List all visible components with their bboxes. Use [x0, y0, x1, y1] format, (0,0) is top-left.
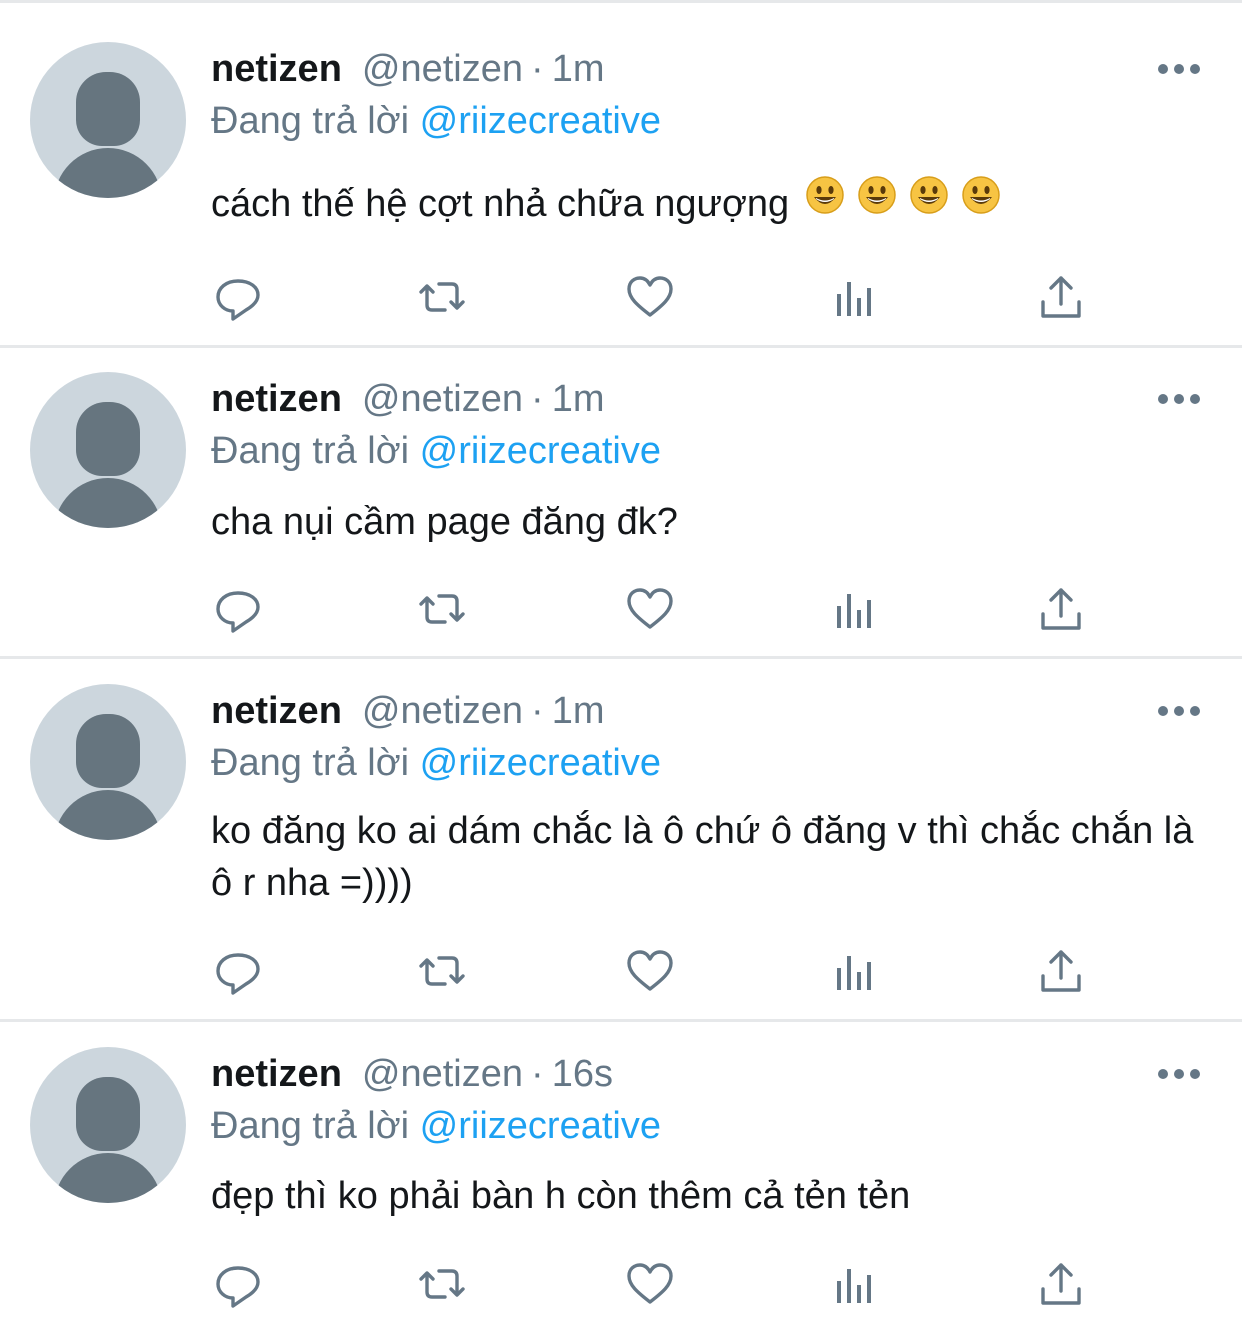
share-icon[interactable] — [1036, 1259, 1086, 1309]
tweet-header: netizen @netizen · 16s — [211, 1053, 613, 1096]
timestamp[interactable]: 1m — [552, 378, 605, 420]
retweet-icon[interactable] — [417, 584, 467, 634]
tweet-actions — [0, 946, 1242, 996]
grinning-face-icon — [805, 175, 845, 215]
analytics-icon[interactable] — [831, 1259, 881, 1309]
retweet-icon[interactable] — [417, 946, 467, 996]
tweet-feed: netizen @netizen · 1m Đang trả lời @riizecr… — [0, 0, 1242, 1323]
tweet-actions — [0, 1259, 1242, 1309]
share-icon[interactable] — [1036, 272, 1086, 322]
tweet[interactable]: netizen @netizen · 1m Đang trả lời @riizecr… — [0, 348, 1242, 656]
reply-icon[interactable] — [213, 272, 263, 322]
reply-context: Đang trả lời @riizecreative — [211, 742, 661, 785]
mention-link[interactable]: @riizecreative — [420, 430, 661, 472]
reply-context: Đang trả lời @riizecreative — [211, 100, 661, 143]
display-name[interactable]: netizen — [211, 690, 342, 732]
display-name[interactable]: netizen — [211, 48, 342, 90]
timestamp[interactable]: 1m — [552, 48, 605, 90]
tweet-text: đẹp thì ko phải bàn h còn thêm cả tẻn tẻ… — [211, 1175, 911, 1217]
analytics-icon[interactable] — [831, 946, 881, 996]
username[interactable]: @netizen — [362, 378, 523, 420]
tweet-text: ko đăng ko ai dám chắc là ô chứ ô đăng v… — [211, 810, 1194, 904]
tweet-header: netizen @netizen · 1m — [211, 378, 604, 421]
avatar[interactable] — [30, 372, 186, 528]
retweet-icon[interactable] — [417, 272, 467, 322]
reply-context: Đang trả lời @riizecreative — [211, 430, 661, 473]
timestamp[interactable]: 16s — [552, 1053, 613, 1095]
reply-icon[interactable] — [213, 1259, 263, 1309]
tweet-header: netizen @netizen · 1m — [211, 48, 604, 91]
retweet-icon[interactable] — [417, 1259, 467, 1309]
tweet-text: cha nụi cầm page đăng đk? — [211, 501, 678, 543]
avatar[interactable] — [30, 684, 186, 840]
heart-icon[interactable] — [625, 584, 675, 634]
separator: · — [531, 1053, 544, 1095]
analytics-icon[interactable] — [831, 584, 881, 634]
timestamp[interactable]: 1m — [552, 690, 605, 732]
tweet[interactable]: netizen @netizen · 16s Đang trả lời @riizec… — [0, 1022, 1242, 1323]
mention-link[interactable]: @riizecreative — [420, 1105, 661, 1147]
heart-icon[interactable] — [625, 272, 675, 322]
grinning-face-icon — [909, 175, 949, 215]
display-name[interactable]: netizen — [211, 1053, 342, 1095]
more-icon[interactable] — [1158, 394, 1200, 404]
grinning-face-icon — [857, 175, 897, 215]
reply-prefix: Đang trả lời — [211, 742, 410, 784]
separator: · — [531, 378, 544, 420]
share-icon[interactable] — [1036, 584, 1086, 634]
share-icon[interactable] — [1036, 946, 1086, 996]
reply-prefix: Đang trả lời — [211, 430, 410, 472]
more-icon[interactable] — [1158, 706, 1200, 716]
reply-icon[interactable] — [213, 584, 263, 634]
reply-prefix: Đang trả lời — [211, 1105, 410, 1147]
username[interactable]: @netizen — [362, 48, 523, 90]
display-name[interactable]: netizen — [211, 378, 342, 420]
separator: · — [531, 690, 544, 732]
reply-prefix: Đang trả lời — [211, 100, 410, 142]
mention-link[interactable]: @riizecreative — [420, 100, 661, 142]
tweet-actions — [0, 584, 1242, 634]
more-icon[interactable] — [1158, 1069, 1200, 1079]
reply-icon[interactable] — [213, 946, 263, 996]
more-icon[interactable] — [1158, 64, 1200, 74]
mention-link[interactable]: @riizecreative — [420, 742, 661, 784]
avatar[interactable] — [30, 1047, 186, 1203]
separator: · — [531, 48, 544, 90]
tweet[interactable]: netizen @netizen · 1m Đang trả lời @riizecr… — [0, 0, 1242, 345]
grinning-face-icon — [961, 175, 1001, 215]
heart-icon[interactable] — [625, 1259, 675, 1309]
avatar[interactable] — [30, 42, 186, 198]
tweet[interactable]: netizen @netizen · 1m Đang trả lời @riizecr… — [0, 659, 1242, 1019]
tweet-body: cách thế hệ cợt nhả chữa ngượng — [211, 183, 790, 225]
username[interactable]: @netizen — [362, 1053, 523, 1095]
tweet-header: netizen @netizen · 1m — [211, 690, 604, 733]
heart-icon[interactable] — [625, 946, 675, 996]
analytics-icon[interactable] — [831, 272, 881, 322]
tweet-actions — [0, 272, 1242, 322]
tweet-text: cách thế hệ cợt nhả chữa ngượng — [211, 176, 1211, 233]
emoji-group — [799, 176, 1007, 233]
reply-context: Đang trả lời @riizecreative — [211, 1105, 661, 1148]
username[interactable]: @netizen — [362, 690, 523, 732]
